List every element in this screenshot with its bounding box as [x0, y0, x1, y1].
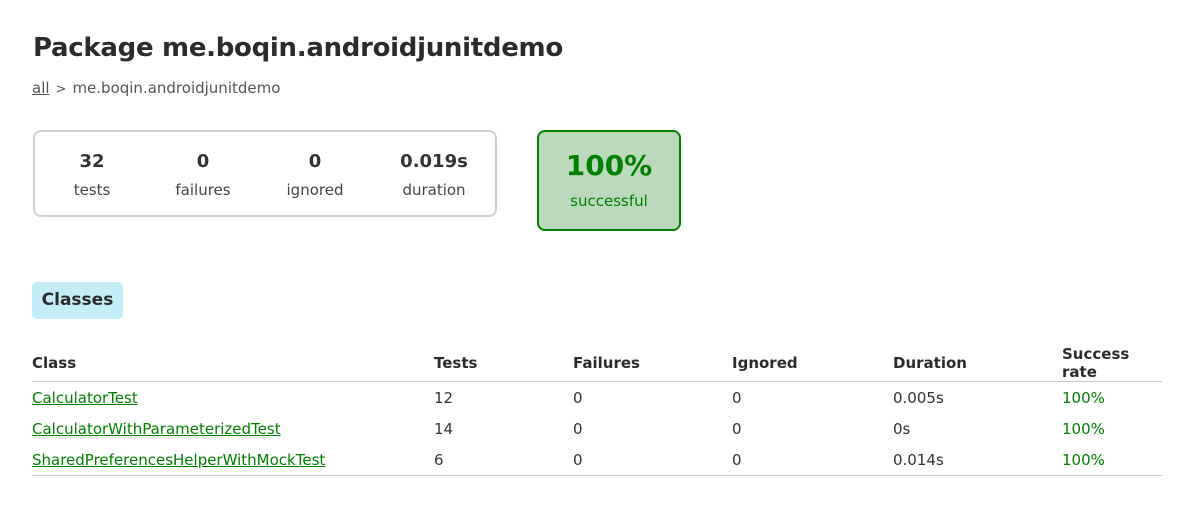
failures-label: failures — [175, 181, 231, 199]
duration-label: duration — [402, 181, 466, 199]
column-header-tests[interactable]: Tests — [434, 345, 573, 382]
table-row: CalculatorWithParameterizedTest 14 0 0 0… — [32, 413, 1162, 444]
tests-cell: 6 — [434, 444, 573, 476]
column-header-class[interactable]: Class — [32, 345, 434, 382]
breadcrumb-separator: > — [55, 82, 67, 97]
tests-label: tests — [73, 181, 111, 199]
duration-cell: 0.005s — [893, 388, 944, 407]
ignored-cell: 0 — [732, 444, 893, 476]
success-rate-cell: 100% — [1062, 419, 1105, 438]
failures-counter: 0 failures — [143, 150, 263, 200]
duration-value: 0.019s — [400, 151, 468, 172]
failures-cell: 0 — [573, 419, 583, 438]
ignored-count: 0 — [308, 151, 322, 172]
breadcrumb: all > me.boqin.androidjunitdemo — [32, 79, 280, 97]
table-row: CalculatorTest 12 0 0 0.005s 100% — [32, 382, 1162, 414]
success-label: successful — [570, 192, 648, 210]
class-cell: CalculatorTest — [32, 382, 434, 414]
table-row: SharedPreferencesHelperWithMockTest 6 0 … — [32, 444, 1162, 476]
success-rate-box: 100% successful — [537, 130, 681, 231]
column-header-failures[interactable]: Failures — [573, 345, 732, 382]
failures-cell: 0 — [573, 444, 732, 476]
tests-cell: 12 — [434, 388, 454, 407]
ignored-label: ignored — [286, 181, 344, 199]
class-link[interactable]: CalculatorWithParameterizedTest — [32, 420, 281, 438]
ignored-counter: 0 ignored — [255, 150, 375, 200]
success-rate-cell: 100% — [1062, 444, 1162, 476]
classes-table: Class Tests Failures Ignored Duration Su… — [32, 345, 1162, 476]
page-title: Package me.boqin.androidjunitdemo — [33, 33, 563, 63]
tab-classes[interactable]: Classes — [32, 282, 123, 319]
tests-cell: 14 — [434, 419, 454, 438]
ignored-cell: 0 — [732, 388, 742, 407]
class-link[interactable]: CalculatorTest — [32, 389, 138, 407]
table-header-row: Class Tests Failures Ignored Duration Su… — [32, 345, 1162, 382]
success-percent: 100% — [565, 149, 653, 182]
duration-counter: 0.019s duration — [374, 150, 494, 200]
class-cell: SharedPreferencesHelperWithMockTest — [32, 444, 434, 476]
tests-counter: 32 tests — [32, 150, 152, 200]
breadcrumb-all-link[interactable]: all — [32, 79, 50, 97]
duration-cell: 0s — [893, 419, 911, 438]
class-link[interactable]: SharedPreferencesHelperWithMockTest — [32, 451, 325, 469]
tests-count: 32 — [79, 151, 105, 172]
column-header-duration[interactable]: Duration — [893, 345, 1062, 382]
failures-cell: 0 — [573, 388, 583, 407]
column-header-ignored[interactable]: Ignored — [732, 345, 893, 382]
success-rate-cell: 100% — [1062, 388, 1105, 407]
summary-box: 32 tests 0 failures 0 ignored 0.019s dur… — [33, 130, 497, 217]
class-cell: CalculatorWithParameterizedTest — [32, 413, 434, 444]
column-header-success-rate[interactable]: Success rate — [1062, 345, 1162, 382]
breadcrumb-current: me.boqin.androidjunitdemo — [72, 79, 281, 97]
ignored-cell: 0 — [732, 419, 742, 438]
duration-cell: 0.014s — [893, 444, 1062, 476]
failures-count: 0 — [196, 151, 210, 172]
